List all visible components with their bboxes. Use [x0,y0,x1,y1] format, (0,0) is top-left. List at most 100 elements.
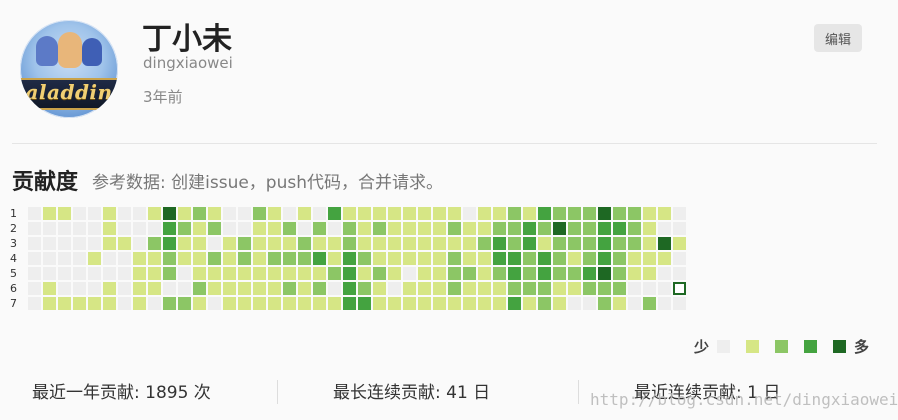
contribution-cell[interactable] [403,207,416,220]
contribution-cell[interactable] [343,222,356,235]
contribution-cell[interactable] [103,222,116,235]
contribution-cell[interactable] [283,207,296,220]
contribution-cell[interactable] [148,207,161,220]
contribution-cell[interactable] [508,252,521,265]
contribution-cell[interactable] [223,237,236,250]
contribution-cell[interactable] [133,222,146,235]
contribution-cell[interactable] [643,252,656,265]
contribution-cell[interactable] [148,282,161,295]
contribution-cell[interactable] [88,222,101,235]
contribution-cell[interactable] [328,252,341,265]
contribution-cell[interactable] [238,207,251,220]
contribution-cell[interactable] [208,222,221,235]
contribution-cell[interactable] [358,237,371,250]
contribution-cell[interactable] [358,207,371,220]
contribution-cell[interactable] [298,297,311,310]
contribution-cell[interactable] [598,282,611,295]
contribution-cell[interactable] [58,267,71,280]
contribution-cell[interactable] [88,297,101,310]
contribution-cell[interactable] [178,267,191,280]
contribution-cell[interactable] [508,207,521,220]
contribution-cell[interactable] [523,252,536,265]
contribution-cell[interactable] [178,252,191,265]
contribution-cell[interactable] [673,297,686,310]
contribution-cell[interactable] [478,267,491,280]
contribution-cell[interactable] [43,297,56,310]
contribution-cell[interactable] [58,207,71,220]
contribution-cell[interactable] [538,297,551,310]
contribution-cell[interactable] [343,282,356,295]
contribution-cell[interactable] [553,267,566,280]
contribution-cell[interactable] [223,222,236,235]
contribution-cell[interactable] [223,297,236,310]
contribution-cell[interactable] [73,252,86,265]
contribution-cell[interactable] [448,267,461,280]
contribution-cell[interactable] [58,297,71,310]
contribution-cell[interactable] [103,297,116,310]
contribution-cell[interactable] [208,297,221,310]
contribution-cell[interactable] [463,282,476,295]
contribution-cell[interactable] [193,282,206,295]
contribution-cell[interactable] [643,267,656,280]
contribution-cell[interactable] [373,297,386,310]
contribution-cell[interactable] [673,282,686,295]
contribution-cell[interactable] [208,252,221,265]
contribution-cell[interactable] [193,297,206,310]
contribution-cell[interactable] [313,207,326,220]
contribution-cell[interactable] [583,237,596,250]
contribution-cell[interactable] [148,297,161,310]
contribution-cell[interactable] [28,207,41,220]
contribution-cell[interactable] [433,207,446,220]
contribution-cell[interactable] [523,297,536,310]
contribution-cell[interactable] [343,237,356,250]
contribution-cell[interactable] [298,282,311,295]
contribution-cell[interactable] [508,297,521,310]
contribution-cell[interactable] [223,267,236,280]
contribution-cell[interactable] [613,222,626,235]
contribution-cell[interactable] [478,222,491,235]
contribution-cell[interactable] [163,252,176,265]
contribution-cell[interactable] [73,207,86,220]
contribution-cell[interactable] [553,237,566,250]
contribution-cell[interactable] [223,282,236,295]
contribution-cell[interactable] [193,222,206,235]
contribution-cell[interactable] [448,237,461,250]
contribution-cell[interactable] [313,252,326,265]
contribution-cell[interactable] [163,267,176,280]
contribution-cell[interactable] [568,282,581,295]
contribution-cell[interactable] [583,222,596,235]
contribution-cell[interactable] [553,252,566,265]
contribution-cell[interactable] [163,237,176,250]
contribution-cell[interactable] [373,207,386,220]
contribution-cell[interactable] [133,207,146,220]
contribution-cell[interactable] [553,297,566,310]
contribution-cell[interactable] [253,207,266,220]
contribution-cell[interactable] [463,222,476,235]
contribution-cell[interactable] [313,297,326,310]
contribution-cell[interactable] [328,207,341,220]
contribution-cell[interactable] [643,237,656,250]
contribution-cell[interactable] [493,267,506,280]
contribution-cell[interactable] [133,267,146,280]
contribution-cell[interactable] [628,297,641,310]
contribution-cell[interactable] [628,207,641,220]
contribution-cell[interactable] [643,222,656,235]
contribution-cell[interactable] [88,267,101,280]
contribution-cell[interactable] [628,282,641,295]
contribution-cell[interactable] [583,252,596,265]
contribution-cell[interactable] [388,297,401,310]
contribution-cell[interactable] [523,222,536,235]
contribution-cell[interactable] [73,267,86,280]
contribution-cell[interactable] [193,207,206,220]
contribution-cell[interactable] [193,252,206,265]
contribution-cell[interactable] [643,282,656,295]
contribution-cell[interactable] [163,207,176,220]
contribution-cell[interactable] [178,207,191,220]
contribution-cell[interactable] [88,207,101,220]
contribution-cell[interactable] [568,207,581,220]
contribution-cell[interactable] [478,297,491,310]
contribution-cell[interactable] [643,207,656,220]
contribution-cell[interactable] [418,237,431,250]
contribution-cell[interactable] [538,237,551,250]
contribution-cell[interactable] [253,267,266,280]
